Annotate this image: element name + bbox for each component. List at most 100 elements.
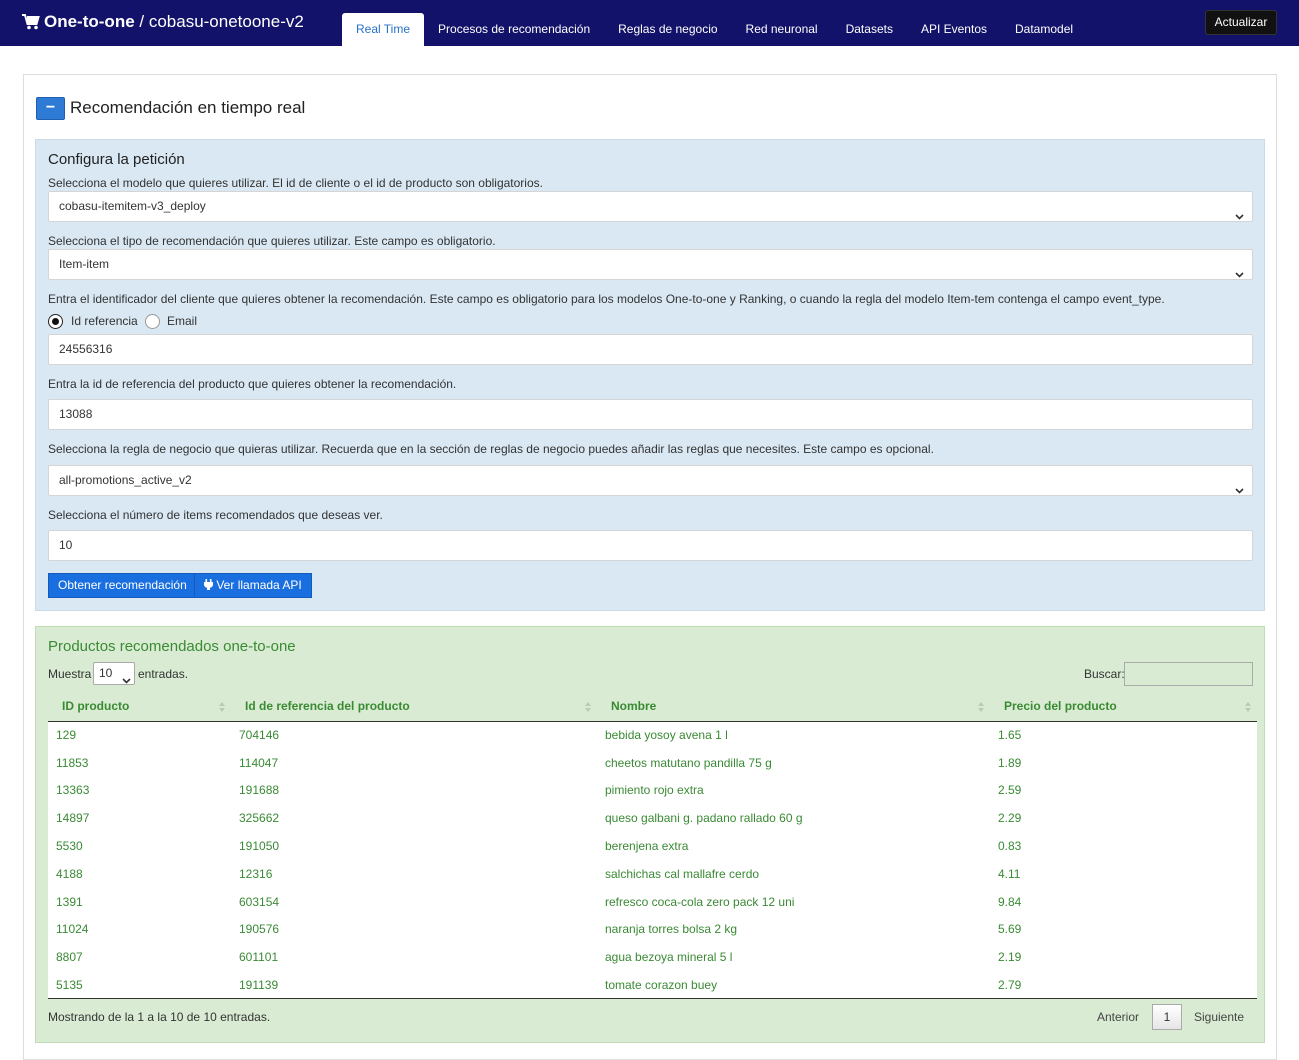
column-header-label: Precio del producto	[1004, 698, 1117, 713]
brand-name: One-to-one	[44, 12, 135, 31]
request-config-panel: Configura la petición Selecciona el mode…	[35, 139, 1265, 611]
client-id-input[interactable]: 24556316	[48, 334, 1253, 365]
section-title: Recomendación en tiempo real	[70, 98, 306, 117]
table-cell: 1.89	[990, 748, 1257, 777]
tab-api-eventos[interactable]: API Eventos	[907, 13, 1001, 46]
table-cell: 191050	[231, 832, 597, 860]
table-cell: 13363	[48, 776, 231, 805]
radio-id-referencia-label: Id referencia	[71, 314, 138, 328]
table-cell: refresco coca-cola zero pack 12 uni	[597, 887, 990, 916]
table-row[interactable]: 4188 12316 salchichas cal mallafre cerdo 4.…	[48, 859, 1257, 888]
table-cell: salchichas cal mallafre cerdo	[597, 859, 990, 888]
model-select[interactable]: cobasu-itemitem-v3_deploy	[48, 191, 1253, 222]
table-row[interactable]: 8807 601101 agua bezoya mineral 5 l 2.19	[48, 943, 1257, 972]
results-title: Productos recomendados one-to-one	[48, 638, 296, 655]
tab-red-neuronal[interactable]: Red neuronal	[732, 13, 832, 46]
table-cell: 325662	[231, 804, 597, 833]
table-cell: 190576	[231, 915, 597, 944]
model-label: Selecciona el modelo que quieres utiliza…	[48, 176, 543, 190]
search-input[interactable]	[1124, 662, 1253, 686]
table-cell: 5.69	[990, 915, 1257, 944]
product-label: Entra la id de referencia del producto q…	[48, 377, 457, 391]
table-row[interactable]: 11024 190576 naranja torres bolsa 2 kg 5.69	[48, 915, 1257, 944]
table-row[interactable]: 5530 191050 berenjena extra 0.83	[48, 832, 1257, 860]
table-cell: 191139	[231, 971, 597, 1000]
table-cell: cheetos matutano pandilla 75 g	[597, 748, 990, 777]
product-id-input[interactable]: 13088	[48, 399, 1253, 430]
table-cell: 14897	[48, 804, 231, 833]
tab-reglas-de-negocio[interactable]: Reglas de negocio	[604, 13, 731, 46]
table-row[interactable]: 5135 191139 tomate corazon buey 2.79	[48, 971, 1257, 1000]
table-cell: 704146	[231, 721, 597, 749]
table-cell: 2.29	[990, 804, 1257, 833]
type-select-value: Item-item	[59, 257, 110, 271]
recommendation-type-select[interactable]: Item-item	[48, 249, 1253, 280]
table-cell: 114047	[231, 748, 597, 777]
table-cell: 5135	[48, 971, 231, 1000]
table-row[interactable]: 14897 325662 queso galbani g. padano ralla…	[48, 804, 1257, 833]
table-row[interactable]: 13363 191688 pimiento rojo extra 2.59	[48, 776, 1257, 805]
table-cell: 11024	[48, 915, 231, 944]
get-recommendation-button[interactable]: Obtener recomendación	[48, 573, 197, 598]
table-cell: 4.11	[990, 859, 1257, 888]
table-cell: 1391	[48, 887, 231, 916]
column-header[interactable]: Precio del producto	[990, 691, 1257, 722]
sort-icon	[978, 701, 984, 715]
table-cell: 11853	[48, 748, 231, 777]
business-rule-select[interactable]: all-promotions_active_v2	[48, 465, 1253, 496]
model-select-value: cobasu-itemitem-v3_deploy	[59, 199, 206, 213]
brand[interactable]: One-to-one / cobasu-onetoone-v2	[22, 12, 304, 35]
page-length-select[interactable]: 10	[93, 662, 135, 685]
project-name: / cobasu-onetoone-v2	[134, 12, 304, 31]
table-cell: 2.59	[990, 776, 1257, 805]
table-row[interactable]: 129 704146 bebida yosoy avena 1 l 1.65	[48, 721, 1257, 749]
table-cell: 601101	[231, 943, 597, 972]
table-cell: tomate corazon buey	[597, 971, 990, 1000]
table-cell: 1.65	[990, 721, 1257, 749]
sort-icon	[219, 701, 225, 715]
column-header-label: Id de referencia del producto	[245, 698, 410, 713]
cart-icon	[22, 14, 40, 35]
radio-email-label: Email	[167, 314, 198, 328]
chevron-down-icon	[122, 670, 131, 691]
view-api-call-label: Ver llamada API	[216, 578, 302, 592]
table-cell: berenjena extra	[597, 832, 990, 860]
table-cell: 12316	[231, 859, 597, 888]
prev-page-button[interactable]: Anterior	[1097, 1010, 1139, 1036]
radio-email[interactable]	[145, 314, 160, 329]
results-table: ID producto Id de referencia del producto…	[48, 691, 1257, 1000]
show-prefix: Muestra	[48, 667, 92, 681]
chevron-down-icon	[1235, 202, 1244, 231]
item-count-input[interactable]: 10	[48, 530, 1253, 561]
table-row[interactable]: 1391 603154 refresco coca-cola zero pack 1…	[48, 887, 1257, 916]
view-api-call-button[interactable]: Ver llamada API	[194, 573, 312, 598]
table-info: Mostrando de la 1 a la 10 de 10 entradas…	[48, 1010, 271, 1024]
table-cell: 2.19	[990, 943, 1257, 972]
table-row[interactable]: 11853 114047 cheetos matutano pandilla 75 …	[48, 748, 1257, 777]
tab-datamodel[interactable]: Datamodel	[1001, 13, 1087, 46]
column-header-label: Nombre	[611, 698, 657, 713]
next-page-button[interactable]: Siguiente	[1194, 1010, 1244, 1036]
rule-label: Selecciona la regla de negocio que quier…	[48, 442, 934, 456]
tab-real-time[interactable]: Real Time	[342, 13, 425, 46]
table-cell: queso galbani g. padano rallado 60 g	[597, 804, 990, 833]
update-button[interactable]: Actualizar	[1205, 10, 1277, 35]
page-length-value: 10	[99, 666, 113, 680]
table-cell: 2.79	[990, 971, 1257, 1000]
count-label: Selecciona el número de items recomendad…	[48, 508, 383, 522]
column-header-label: ID producto	[62, 698, 130, 713]
radio-id-referencia[interactable]	[48, 314, 63, 329]
collapse-button[interactable]: −	[36, 97, 65, 120]
show-suffix: entradas.	[138, 667, 189, 681]
config-title: Configura la petición	[48, 151, 185, 168]
tab-datasets[interactable]: Datasets	[832, 13, 907, 46]
tab-procesos-de-recomendaci-n[interactable]: Procesos de recomendación	[424, 13, 604, 46]
column-header[interactable]: ID producto	[48, 691, 231, 722]
column-header[interactable]: Id de referencia del producto	[231, 691, 597, 722]
results-panel: Productos recomendados one-to-one Muestr…	[35, 626, 1265, 1043]
column-header[interactable]: Nombre	[597, 691, 990, 722]
client-label: Entra el identificador del cliente que q…	[48, 292, 1165, 306]
table-body: 129 704146 bebida yosoy avena 1 l 1.65 11853…	[48, 721, 1257, 1000]
table-cell: naranja torres bolsa 2 kg	[597, 915, 990, 944]
page-1-button[interactable]: 1	[1152, 1004, 1182, 1030]
